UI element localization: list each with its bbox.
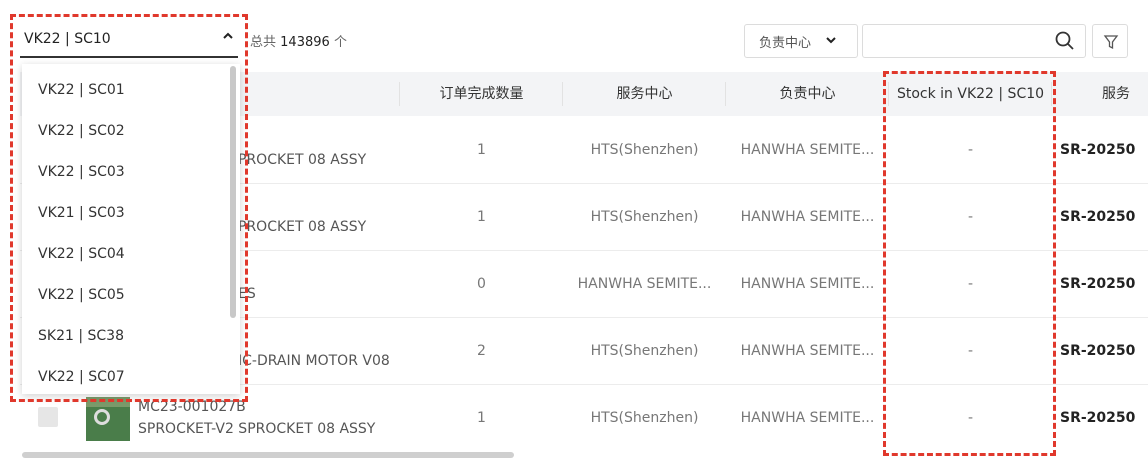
dropdown-option[interactable]: VK22 | SC02	[38, 123, 125, 139]
header-responsible-center: 负责中心	[726, 72, 889, 116]
row-service-order[interactable]: SR-20250	[1060, 276, 1135, 292]
header-completed-qty: 订单完成数量	[400, 72, 563, 116]
row-name: PROCKET 08 ASSY	[238, 219, 367, 235]
row-qty: 1	[477, 410, 486, 426]
row-stock: -	[967, 343, 974, 359]
row-name: IC-DRAIN MOTOR V08	[238, 353, 390, 369]
row-service-order[interactable]: SR-20250	[1060, 209, 1135, 225]
row-qty: 1	[477, 209, 486, 225]
row-name: PROCKET 08 ASSY	[238, 152, 367, 168]
row-responsible-center: HANWHA SEMITE...	[740, 142, 875, 158]
row-name: ES	[238, 286, 256, 302]
row-responsible-center: HANWHA SEMITE...	[740, 343, 875, 359]
dropdown-option[interactable]: VK22 | SC04	[38, 246, 125, 262]
row-stock: -	[967, 209, 974, 225]
part-thumbnail	[86, 397, 130, 441]
dropdown-option[interactable]: VK22 | SC05	[38, 287, 125, 303]
row-checkbox[interactable]	[38, 407, 58, 427]
row-stock: -	[967, 276, 974, 292]
row-stock: -	[967, 142, 974, 158]
search-icon[interactable]	[1055, 31, 1074, 50]
dropdown-option[interactable]: VK22 | SC03	[38, 164, 125, 180]
warehouse-select[interactable]: VK22 | SC10	[20, 22, 238, 58]
row-service-order[interactable]: SR-20250	[1060, 410, 1135, 426]
row-service-center: HANWHA SEMITE...	[577, 276, 712, 292]
warehouse-select-value: VK22 | SC10	[24, 31, 111, 47]
chevron-down-icon	[825, 34, 837, 49]
warehouse-dropdown-menu: VK22 | SC01 VK22 | SC02 VK22 | SC03 VK21…	[22, 64, 240, 394]
row-stock: -	[967, 410, 974, 426]
dropdown-option[interactable]: VK22 | SC07	[38, 369, 125, 385]
row-service-order[interactable]: SR-20250	[1060, 142, 1135, 158]
row-service-center: HTS(Shenzhen)	[590, 209, 699, 225]
horizontal-scrollbar[interactable]	[22, 452, 514, 458]
row-service-order[interactable]: SR-20250	[1060, 343, 1135, 359]
header-service-center: 服务中心	[563, 72, 726, 116]
search-input[interactable]	[862, 24, 1086, 58]
total-count-label: 总共 143896 个	[250, 31, 347, 50]
dropdown-option[interactable]: VK22 | SC01	[38, 82, 125, 98]
filter-icon	[1103, 35, 1119, 50]
dropdown-option[interactable]: SK21 | SC38	[38, 328, 124, 344]
total-prefix: 总共	[250, 35, 277, 50]
header-service-order: 服务	[1102, 86, 1130, 102]
header-stock: Stock in VK22 | SC10	[889, 72, 1052, 116]
dropdown-option[interactable]: VK21 | SC03	[38, 205, 125, 221]
responsible-center-select[interactable]: 负责中心	[744, 24, 858, 58]
chevron-up-icon	[222, 30, 234, 46]
row-service-center: HTS(Shenzhen)	[590, 343, 699, 359]
row-service-center: HTS(Shenzhen)	[590, 142, 699, 158]
row-qty: 1	[477, 142, 486, 158]
row-responsible-center: HANWHA SEMITE...	[740, 276, 875, 292]
total-count: 143896	[280, 35, 330, 50]
table-row[interactable]: MC23-001027B SPROCKET-V2 SPROCKET 08 ASS…	[20, 385, 1148, 452]
row-responsible-center: HANWHA SEMITE...	[740, 410, 875, 426]
row-qty: 2	[477, 343, 486, 359]
row-service-center: HTS(Shenzhen)	[590, 410, 699, 426]
total-suffix: 个	[333, 35, 347, 50]
filter-button[interactable]	[1092, 24, 1128, 58]
responsible-select-label: 负责中心	[759, 35, 812, 51]
row-responsible-center: HANWHA SEMITE...	[740, 209, 875, 225]
row-name: SPROCKET-V2 SPROCKET 08 ASSY	[138, 421, 376, 437]
dropdown-scrollbar[interactable]	[230, 66, 236, 318]
row-part-number[interactable]: MC23-001027B	[138, 399, 246, 415]
row-qty: 0	[477, 276, 486, 292]
